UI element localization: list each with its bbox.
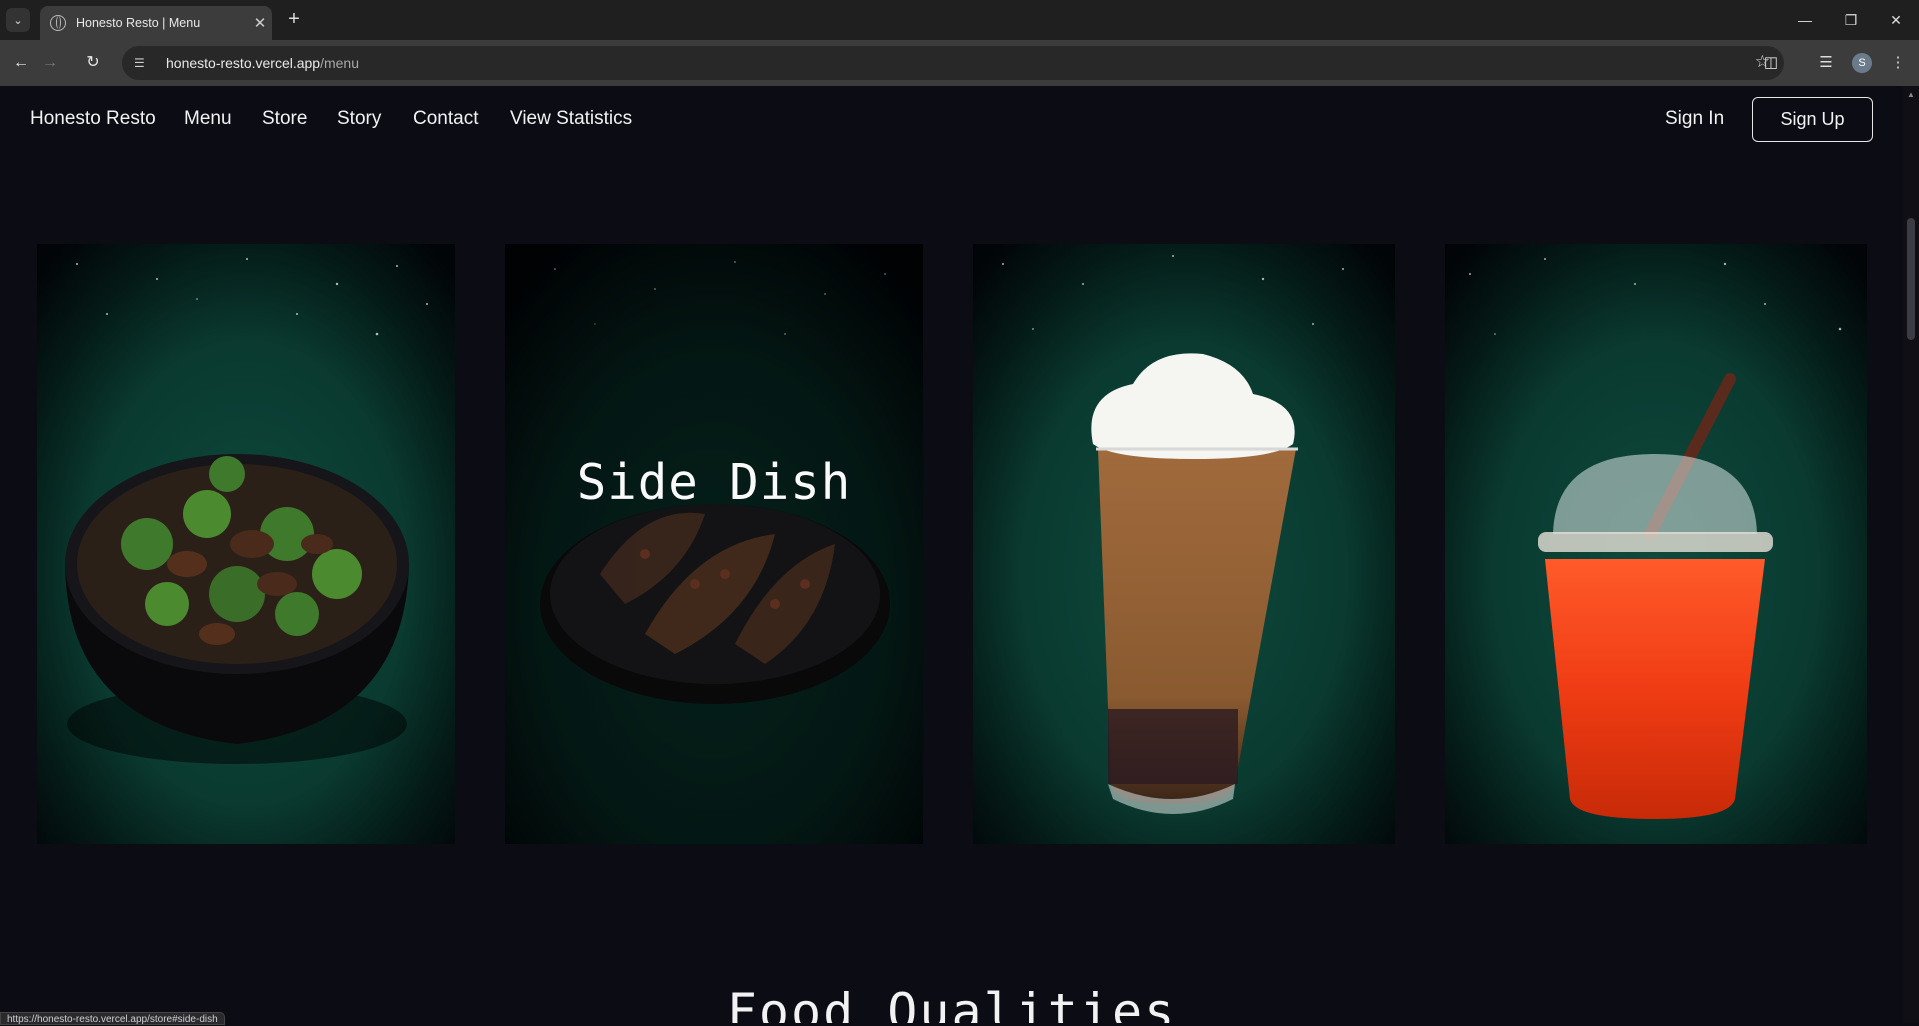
side-dish-image (505, 244, 923, 844)
link-status-bar: https://honesto-resto.vercel.app/store#s… (0, 1012, 225, 1025)
browser-tab-bar: ⌄ Honesto Resto | Menu ✕ + — ❐ ✕ (0, 0, 1919, 40)
new-tab-icon[interactable]: + (282, 8, 306, 32)
scroll-up-icon[interactable]: ▲ (1907, 90, 1915, 99)
mocha-frappe-image (973, 244, 1395, 844)
browser-toolbar: ← → ↻ ☰ honesto-resto.vercel.app/menu ☆ … (0, 40, 1919, 86)
media-controls-icon[interactable]: ☰ (1815, 52, 1837, 74)
back-arrow-icon[interactable]: ← (8, 50, 34, 76)
close-window-icon[interactable]: ✕ (1873, 6, 1919, 34)
side-dish-caption: Side Dish (576, 454, 852, 511)
profile-avatar[interactable]: S (1852, 53, 1872, 73)
menu-card-side-dish[interactable]: Side Dish (505, 244, 923, 844)
restore-icon[interactable]: ❐ (1828, 6, 1874, 34)
close-tab-icon[interactable]: ✕ (248, 14, 272, 32)
globe-icon (50, 15, 66, 31)
minimize-icon[interactable]: — (1782, 6, 1828, 34)
reload-icon[interactable]: ↻ (80, 50, 106, 76)
nav-link-contact[interactable]: Contact (413, 108, 478, 130)
nav-link-menu[interactable]: Menu (184, 108, 232, 130)
browser-tab-active[interactable]: Honesto Resto | Menu ✕ (40, 6, 272, 40)
url-path: /menu (320, 55, 360, 71)
tab-search-icon[interactable]: ⌄ (6, 8, 30, 32)
browser-menu-icon[interactable]: ⋮ (1887, 52, 1909, 74)
food-qualities-title: Food Qualities (726, 983, 1177, 1023)
address-bar[interactable]: ☰ honesto-resto.vercel.app/menu ☆ (122, 46, 1784, 80)
site-navbar: Honesto Resto Menu Store Story Contact V… (0, 86, 1903, 152)
web-page: Honesto Resto Menu Store Story Contact V… (0, 86, 1903, 1023)
nav-link-story[interactable]: Story (337, 108, 381, 130)
extensions-puzzle-icon[interactable]: ◫ (1760, 52, 1782, 74)
sign-in-link[interactable]: Sign In (1665, 108, 1724, 130)
forward-arrow-icon[interactable]: → (37, 50, 63, 76)
tab-title: Honesto Resto | Menu (76, 16, 201, 30)
iced-red-tea-image (1445, 244, 1867, 844)
site-info-icon[interactable]: ☰ (134, 56, 156, 70)
nav-link-store[interactable]: Store (262, 108, 307, 130)
menu-card-main-dish[interactable] (37, 244, 455, 844)
url-host: honesto-resto.vercel.app (166, 55, 321, 71)
nav-link-view-statistics[interactable]: View Statistics (510, 108, 632, 130)
menu-card-coffee[interactable] (973, 244, 1395, 844)
beef-broccoli-bowl-image (37, 244, 455, 844)
brand-link[interactable]: Honesto Resto (30, 108, 156, 130)
scroll-thumb[interactable] (1907, 218, 1915, 340)
page-scrollbar[interactable]: ▲ (1903, 86, 1919, 1023)
sign-up-button[interactable]: Sign Up (1752, 97, 1873, 142)
menu-card-drink[interactable] (1445, 244, 1867, 844)
